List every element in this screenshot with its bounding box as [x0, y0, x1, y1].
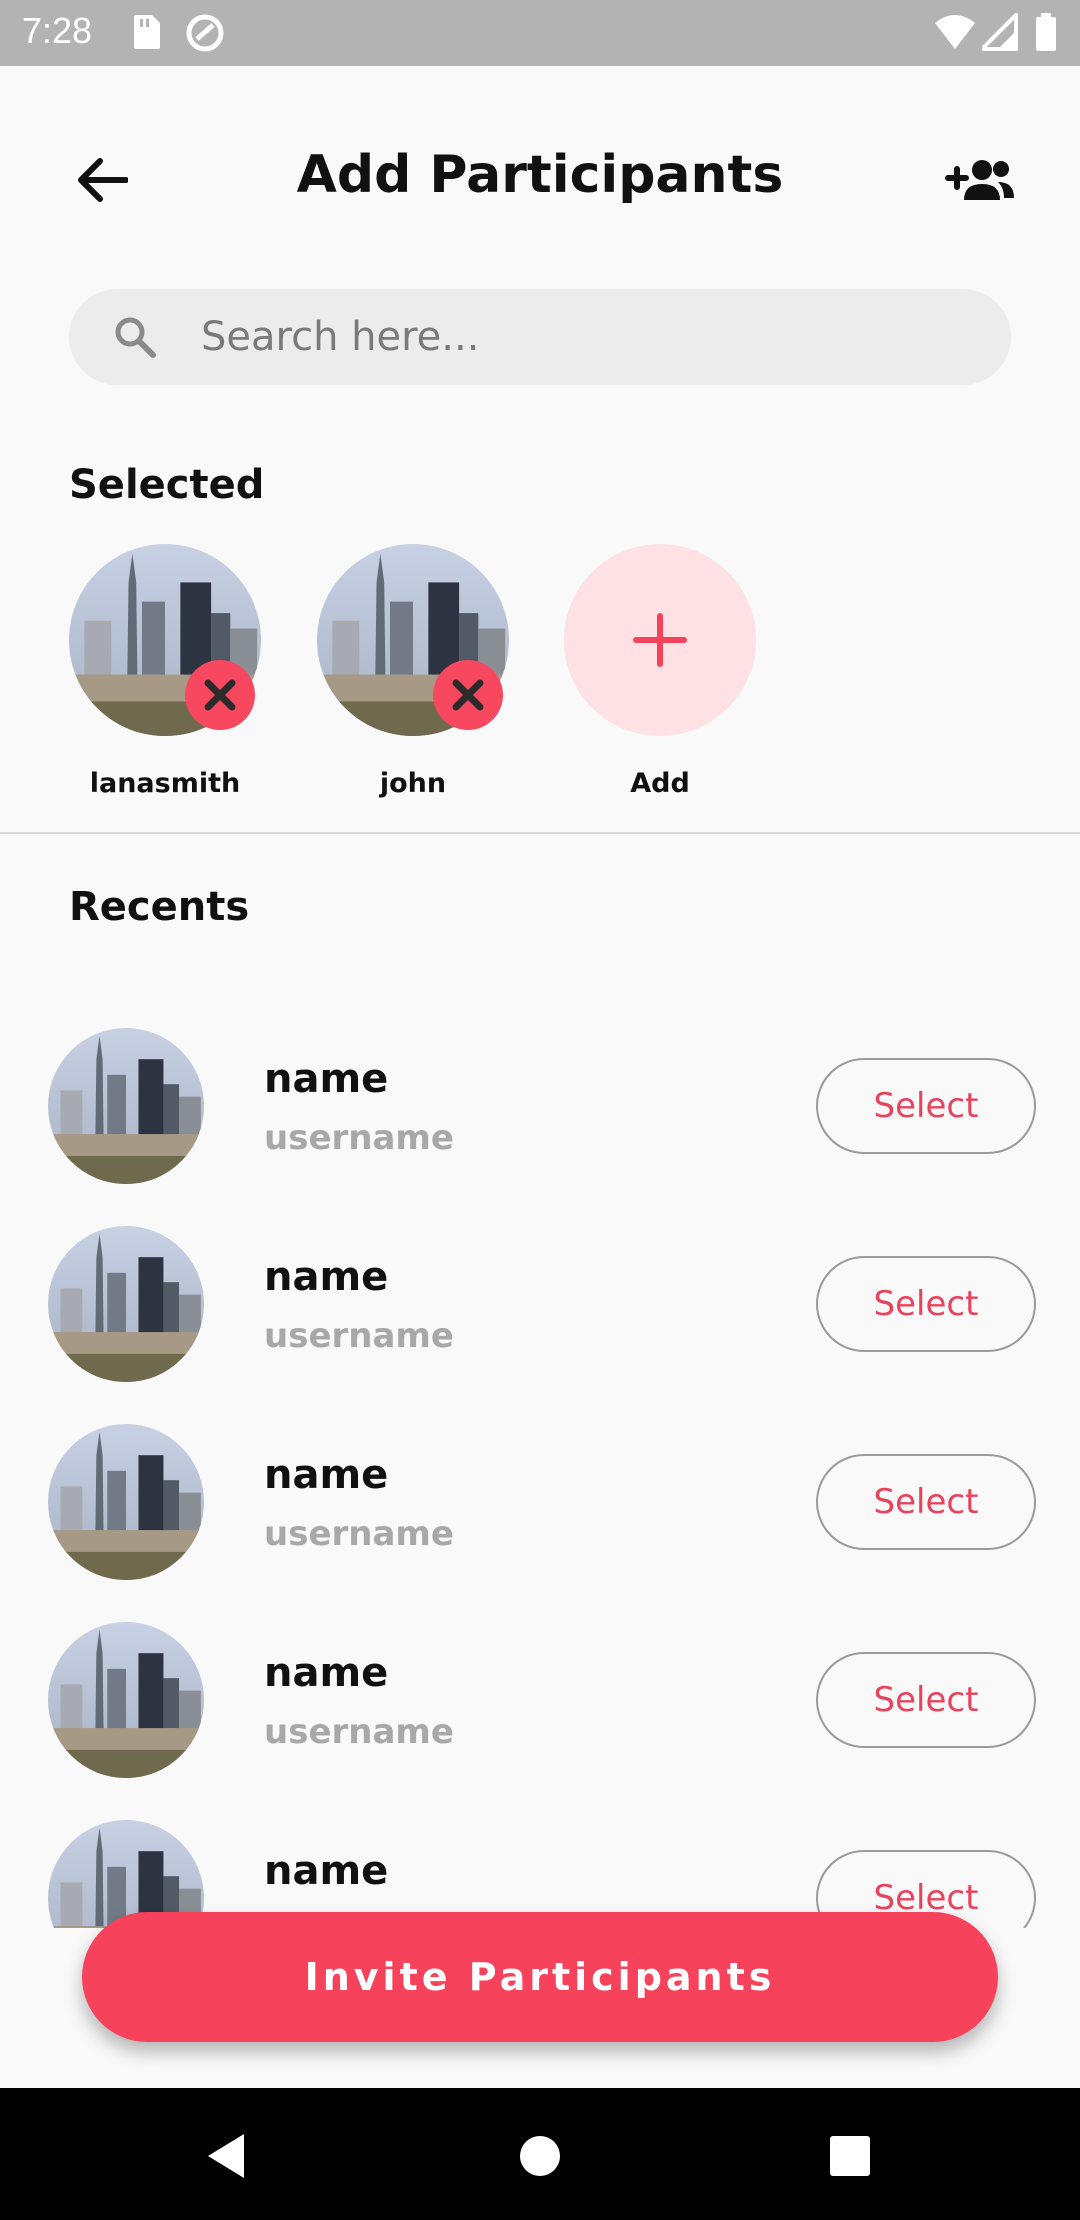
circle-home-icon [520, 2136, 560, 2176]
list-item: name username Select [0, 1226, 1080, 1424]
avatar [48, 1424, 204, 1580]
list-item: name username Select [0, 1028, 1080, 1226]
contact-name: name [264, 1254, 389, 1300]
remove-participant-button[interactable] [185, 660, 255, 730]
close-icon [452, 679, 484, 711]
add-person-icon [945, 160, 1014, 200]
system-nav-bar [0, 2088, 1080, 2220]
select-button[interactable]: Select [816, 1454, 1036, 1550]
battery-icon [1034, 13, 1058, 57]
divider [0, 832, 1080, 834]
contact-username: username [264, 1316, 454, 1356]
add-participant-chip[interactable]: Add [564, 544, 756, 799]
status-bar: 7:28 [0, 0, 1080, 66]
recents-section-title: Recents [69, 884, 250, 930]
invite-participants-button[interactable]: Invite Participants [82, 1912, 998, 2042]
nav-home-button[interactable] [510, 2126, 570, 2186]
select-button[interactable]: Select [816, 1652, 1036, 1748]
square-recents-icon [830, 2136, 870, 2176]
signal-icon [977, 10, 1018, 55]
chip-label: john [379, 768, 447, 799]
recents-list[interactable]: name username Select name username Selec… [0, 1000, 1080, 1928]
status-time: 7:28 [22, 10, 93, 51]
contact-username: username [264, 1118, 454, 1158]
avatar [48, 1226, 204, 1382]
add-participant-button[interactable] [564, 544, 756, 736]
contact-name: name [264, 1056, 389, 1102]
plus-icon [633, 613, 687, 667]
search-box[interactable] [69, 289, 1011, 385]
close-icon [204, 679, 236, 711]
wifi-icon [934, 13, 976, 55]
page-title: Add Participants [296, 145, 784, 205]
avatar [48, 1028, 204, 1184]
remove-participant-button[interactable] [433, 660, 503, 730]
add-person-button[interactable] [940, 148, 1020, 212]
list-item: name username Select [0, 1622, 1080, 1820]
sd-card-icon [130, 13, 162, 55]
select-button[interactable]: Select [816, 1256, 1036, 1352]
do-not-disturb-icon [185, 13, 225, 57]
search-icon [113, 315, 157, 363]
select-button[interactable]: Select [816, 1058, 1036, 1154]
search-input[interactable] [201, 307, 961, 367]
contact-username: username [264, 1712, 454, 1752]
selected-chip: lanasmith [69, 544, 261, 799]
triangle-back-icon [208, 2134, 244, 2178]
selected-section-title: Selected [69, 462, 265, 508]
contact-name: name [264, 1452, 389, 1498]
selected-chip: john [317, 544, 509, 799]
add-label: Add [630, 768, 690, 799]
list-item: name username Select [0, 1424, 1080, 1622]
contact-name: name [264, 1650, 389, 1696]
chip-label: lanasmith [89, 768, 241, 799]
contact-name: name [264, 1848, 389, 1894]
contact-username: username [264, 1514, 454, 1554]
nav-recents-button[interactable] [820, 2126, 880, 2186]
avatar [48, 1622, 204, 1778]
nav-back-button[interactable] [196, 2126, 256, 2186]
